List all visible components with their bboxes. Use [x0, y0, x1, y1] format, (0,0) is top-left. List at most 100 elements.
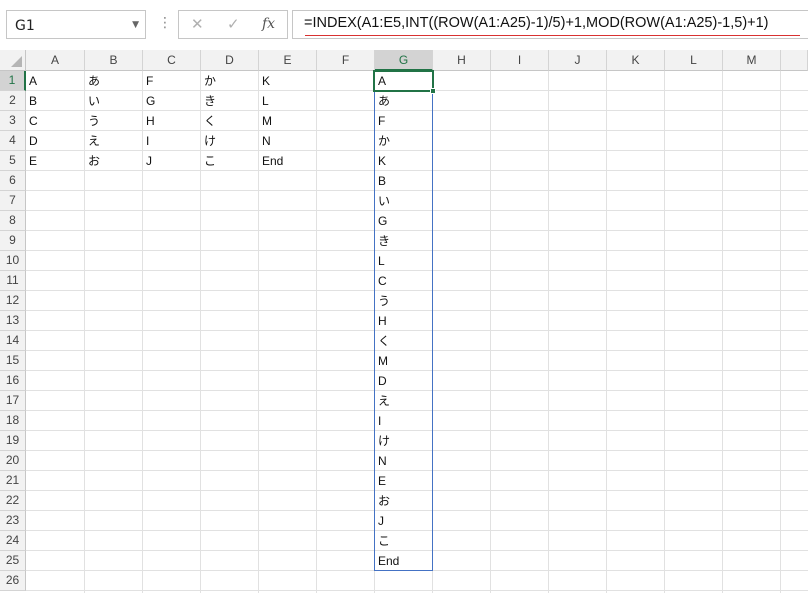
cell-d2[interactable]: き — [201, 91, 259, 111]
cell-g12[interactable]: う — [375, 291, 433, 311]
cancel-icon[interactable]: ✕ — [191, 15, 204, 33]
cell-a5[interactable]: E — [26, 151, 85, 171]
column-header-k[interactable]: K — [607, 50, 665, 71]
cell-g19[interactable]: け — [375, 431, 433, 451]
column-header-n[interactable] — [781, 50, 808, 71]
cell-e2[interactable]: L — [259, 91, 317, 111]
cell-g13[interactable]: H — [375, 311, 433, 331]
enter-icon[interactable]: ✓ — [227, 15, 240, 33]
column-header-f[interactable]: F — [317, 50, 375, 71]
cell-c4[interactable]: I — [143, 131, 201, 151]
cell-g11[interactable]: C — [375, 271, 433, 291]
cell-d1[interactable]: か — [201, 71, 259, 91]
cell-b4[interactable]: え — [85, 131, 143, 151]
cell-e5[interactable]: End — [259, 151, 317, 171]
cell-a3[interactable]: C — [26, 111, 85, 131]
column-header-i[interactable]: I — [491, 50, 549, 71]
name-box[interactable]: G1 ▼ — [6, 10, 146, 39]
cell-b1[interactable]: あ — [85, 71, 143, 91]
column-header-a[interactable]: A — [26, 50, 85, 71]
cell-g2[interactable]: あ — [375, 91, 433, 111]
cell-c5[interactable]: J — [143, 151, 201, 171]
row-header-12[interactable]: 12 — [0, 291, 26, 311]
fill-handle[interactable] — [430, 88, 436, 94]
cell-a1[interactable]: A — [26, 71, 85, 91]
cell-g25[interactable]: End — [375, 551, 433, 571]
row-header-18[interactable]: 18 — [0, 411, 26, 431]
row-header-1[interactable]: 1 — [0, 71, 26, 91]
cell-g6[interactable]: B — [375, 171, 433, 191]
cell-e4[interactable]: N — [259, 131, 317, 151]
row-header-25[interactable]: 25 — [0, 551, 26, 571]
cell-g7[interactable]: い — [375, 191, 433, 211]
cell-g21[interactable]: E — [375, 471, 433, 491]
cell-e3[interactable]: M — [259, 111, 317, 131]
column-header-d[interactable]: D — [201, 50, 259, 71]
row-header-3[interactable]: 3 — [0, 111, 26, 131]
row-header-5[interactable]: 5 — [0, 151, 26, 171]
cell-c1[interactable]: F — [143, 71, 201, 91]
more-options-icon[interactable]: ⋮ — [158, 13, 172, 33]
name-box-value[interactable]: G1 — [15, 18, 35, 34]
column-header-b[interactable]: B — [85, 50, 143, 71]
row-header-15[interactable]: 15 — [0, 351, 26, 371]
cell-d3[interactable]: く — [201, 111, 259, 131]
cell-g4[interactable]: か — [375, 131, 433, 151]
formula-input[interactable]: =INDEX(A1:E5,INT((ROW(A1:A25)-1)/5)+1,MO… — [292, 10, 808, 39]
cell-b5[interactable]: お — [85, 151, 143, 171]
cell-g1[interactable]: A — [375, 71, 433, 91]
chevron-down-icon[interactable]: ▼ — [132, 20, 139, 30]
cell-g24[interactable]: こ — [375, 531, 433, 551]
row-header-16[interactable]: 16 — [0, 371, 26, 391]
cell-c3[interactable]: H — [143, 111, 201, 131]
formula-text[interactable]: =INDEX(A1:E5,INT((ROW(A1:A25)-1)/5)+1,MO… — [304, 15, 769, 31]
row-header-2[interactable]: 2 — [0, 91, 26, 111]
cell-g17[interactable]: え — [375, 391, 433, 411]
row-header-4[interactable]: 4 — [0, 131, 26, 151]
insert-function-icon[interactable]: fx — [262, 16, 275, 32]
cell-d4[interactable]: け — [201, 131, 259, 151]
cell-b3[interactable]: う — [85, 111, 143, 131]
row-header-20[interactable]: 20 — [0, 451, 26, 471]
row-header-19[interactable]: 19 — [0, 431, 26, 451]
row-header-10[interactable]: 10 — [0, 251, 26, 271]
column-header-g[interactable]: G — [375, 50, 433, 71]
row-header-8[interactable]: 8 — [0, 211, 26, 231]
cell-a4[interactable]: D — [26, 131, 85, 151]
cell-g14[interactable]: く — [375, 331, 433, 351]
row-header-7[interactable]: 7 — [0, 191, 26, 211]
column-header-c[interactable]: C — [143, 50, 201, 71]
select-all-button[interactable] — [0, 50, 26, 71]
cell-g3[interactable]: F — [375, 111, 433, 131]
row-header-24[interactable]: 24 — [0, 531, 26, 551]
row-header-21[interactable]: 21 — [0, 471, 26, 491]
cell-a2[interactable]: B — [26, 91, 85, 111]
cell-g15[interactable]: M — [375, 351, 433, 371]
column-header-l[interactable]: L — [665, 50, 723, 71]
row-header-17[interactable]: 17 — [0, 391, 26, 411]
row-header-11[interactable]: 11 — [0, 271, 26, 291]
cell-c2[interactable]: G — [143, 91, 201, 111]
cell-d5[interactable]: こ — [201, 151, 259, 171]
row-header-14[interactable]: 14 — [0, 331, 26, 351]
cell-g5[interactable]: K — [375, 151, 433, 171]
cell-g10[interactable]: L — [375, 251, 433, 271]
cell-g23[interactable]: J — [375, 511, 433, 531]
row-header-22[interactable]: 22 — [0, 491, 26, 511]
cell-e1[interactable]: K — [259, 71, 317, 91]
row-header-26[interactable]: 26 — [0, 571, 26, 591]
row-header-9[interactable]: 9 — [0, 231, 26, 251]
cell-g8[interactable]: G — [375, 211, 433, 231]
row-header-23[interactable]: 23 — [0, 511, 26, 531]
column-header-m[interactable]: M — [723, 50, 781, 71]
cell-g20[interactable]: N — [375, 451, 433, 471]
row-header-13[interactable]: 13 — [0, 311, 26, 331]
cell-g18[interactable]: I — [375, 411, 433, 431]
cell-g16[interactable]: D — [375, 371, 433, 391]
cell-g9[interactable]: き — [375, 231, 433, 251]
row-header-6[interactable]: 6 — [0, 171, 26, 191]
cell-g22[interactable]: お — [375, 491, 433, 511]
column-header-e[interactable]: E — [259, 50, 317, 71]
column-header-j[interactable]: J — [549, 50, 607, 71]
cell-b2[interactable]: い — [85, 91, 143, 111]
